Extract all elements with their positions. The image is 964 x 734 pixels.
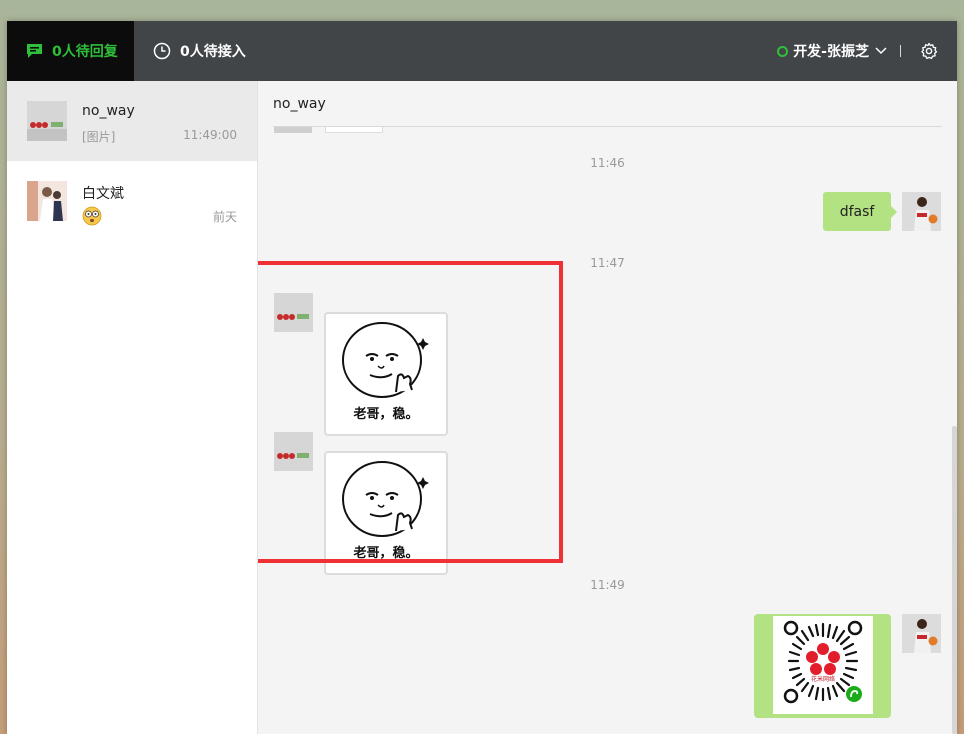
conversation-list: no_way [图片] 11:49:00 白文斌 前天 xyxy=(7,81,258,734)
conversation-time: 11:49:00 xyxy=(183,128,237,142)
divider xyxy=(900,45,901,57)
sticker-caption: 老哥，稳。 xyxy=(353,546,419,561)
tab-pending-reply-label: 0人待回复 xyxy=(52,44,118,60)
mini-program-qr-icon: 花米网络 xyxy=(783,620,863,704)
agent-avatar xyxy=(902,614,941,653)
customer-avatar xyxy=(274,293,313,332)
previous-message-cut xyxy=(325,127,383,133)
tab-waiting-access-label: 0人待接入 xyxy=(180,44,246,60)
customer-avatar xyxy=(274,432,313,471)
dizzy-face-emoji-icon xyxy=(82,206,102,226)
meme-face-icon xyxy=(342,461,429,537)
avatar xyxy=(27,181,67,221)
conversation-item-bai-wenbin[interactable]: 白文斌 前天 xyxy=(7,161,257,241)
sticker-caption: 老哥，稳。 xyxy=(353,407,419,422)
conversation-preview: [图片] xyxy=(82,130,116,144)
avatar xyxy=(27,101,67,141)
conversation-name: no_way xyxy=(82,103,135,119)
timestamp: 11:49 xyxy=(590,578,625,592)
tab-pending-reply[interactable]: 0人待回复 xyxy=(7,21,134,81)
chat-header: no_way xyxy=(273,81,942,127)
previous-avatar-cut xyxy=(274,127,312,133)
chat-scrollbar[interactable] xyxy=(952,426,957,734)
mini-program-code: 花米网络 xyxy=(773,616,873,714)
customer-service-window: 0人待回复 0人待接入 开发-张振芝 no_way [图片] 11:49:00 … xyxy=(7,21,957,734)
sticker-message[interactable]: 老哥，稳。 xyxy=(324,312,448,436)
conversation-time: 前天 xyxy=(212,210,237,224)
image-message[interactable]: 花米网络 xyxy=(754,614,891,718)
chevron-down-icon[interactable] xyxy=(875,47,887,55)
conversation-name: 白文斌 xyxy=(82,186,124,202)
chat-bubble-icon xyxy=(27,44,42,58)
sticker-message[interactable]: 老哥，稳。 xyxy=(324,451,448,575)
top-bar: 0人待回复 0人待接入 开发-张振芝 xyxy=(7,21,957,81)
tab-waiting-access[interactable]: 0人待接入 xyxy=(153,21,246,81)
agent-name[interactable]: 开发-张振芝 xyxy=(793,41,869,61)
meme-face-icon xyxy=(342,322,429,398)
timestamp: 11:47 xyxy=(590,256,625,270)
message-text: dfasf xyxy=(839,203,875,220)
chat-title: no_way xyxy=(273,96,326,112)
mini-program-label: 花米网络 xyxy=(811,675,835,683)
conversation-item-no-way[interactable]: no_way [图片] 11:49:00 xyxy=(7,81,257,161)
agent-avatar xyxy=(902,192,941,231)
online-status-icon xyxy=(777,45,789,57)
timestamp: 11:46 xyxy=(590,156,625,170)
clock-icon xyxy=(153,42,171,60)
gear-icon[interactable] xyxy=(920,42,938,60)
chat-panel: no_way 11:46 dfasf 11:47 老哥，稳。 老哥，稳。 11:… xyxy=(258,81,957,734)
message-bubble[interactable]: dfasf xyxy=(823,192,897,231)
user-status-area: 开发-张振芝 xyxy=(777,21,957,81)
